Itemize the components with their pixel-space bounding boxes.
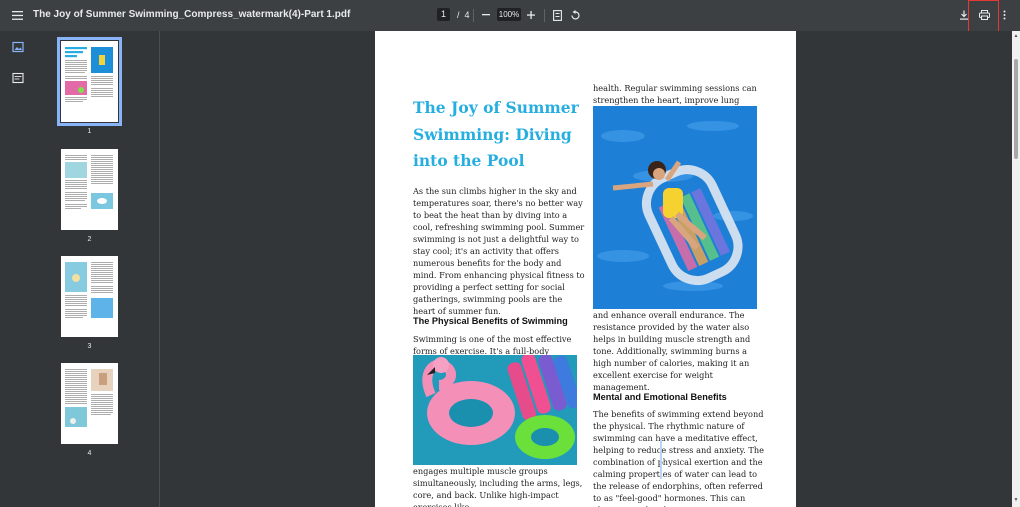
zoom-out-icon[interactable] <box>478 7 494 23</box>
column-two-middle-text: and enhance overall endurance. The resis… <box>593 310 751 392</box>
page-thumbnail-4[interactable] <box>61 363 118 444</box>
thumbnail-panel: 1 2 3 4 <box>36 31 159 507</box>
page-number-input[interactable]: 1 <box>437 8 450 21</box>
page-thumbnail-3[interactable] <box>61 256 118 337</box>
pdf-page: The Joy of Summer Swimming: Diving into … <box>375 31 796 507</box>
document-title: The Joy of Summer Swimming_Compress_wate… <box>33 9 351 20</box>
zoom-in-icon[interactable] <box>523 7 539 23</box>
thumbnail-number: 3 <box>87 343 92 350</box>
document-viewer[interactable]: The Joy of Summer Swimming: Diving into … <box>160 31 1012 507</box>
vertical-scrollbar[interactable]: ▲ ▼ <box>1012 31 1020 507</box>
toolbar-divider <box>473 9 474 22</box>
toolbar-divider <box>544 9 545 22</box>
outline-icon[interactable] <box>12 71 24 84</box>
total-pages: 4 <box>464 9 470 20</box>
flamingo-float-image <box>413 355 577 465</box>
thumbnail-number: 2 <box>87 236 92 243</box>
article-title: The Joy of Summer Swimming: Diving into … <box>413 98 579 170</box>
text-cursor <box>660 439 662 479</box>
intro-paragraph: As the sun climbs higher in the sky and … <box>413 186 585 316</box>
sidebar-rail <box>0 31 36 507</box>
scroll-down-icon[interactable]: ▼ <box>1013 497 1019 503</box>
page-separator: / <box>457 9 460 20</box>
thumbnails-icon[interactable] <box>12 40 24 53</box>
scroll-up-icon[interactable]: ▲ <box>1013 33 1019 39</box>
page-thumbnail-2[interactable] <box>61 149 118 230</box>
menu-icon[interactable] <box>9 7 25 23</box>
zoom-level-input[interactable]: 100% <box>497 8 521 21</box>
page-navigator: 1 / 4 <box>437 8 470 21</box>
thumbnail-number: 1 <box>87 128 92 135</box>
page-thumbnail-1[interactable] <box>57 37 122 126</box>
fit-page-icon[interactable] <box>549 7 565 23</box>
scroll-thumb[interactable] <box>1014 59 1018 159</box>
pool-float-image <box>593 106 757 309</box>
physical-benefits-heading: The Physical Benefits of Swimming <box>413 316 568 326</box>
rotate-icon[interactable] <box>567 7 583 23</box>
pdf-toolbar: The Joy of Summer Swimming_Compress_wate… <box>0 0 1020 31</box>
mental-benefits-heading: Mental and Emotional Benefits <box>593 392 727 402</box>
mental-paragraph: The benefits of swimming extend beyond t… <box>593 409 764 507</box>
physical-paragraph-continued: engages multiple muscle groups simultane… <box>413 466 583 507</box>
thumbnail-number: 4 <box>87 450 92 457</box>
